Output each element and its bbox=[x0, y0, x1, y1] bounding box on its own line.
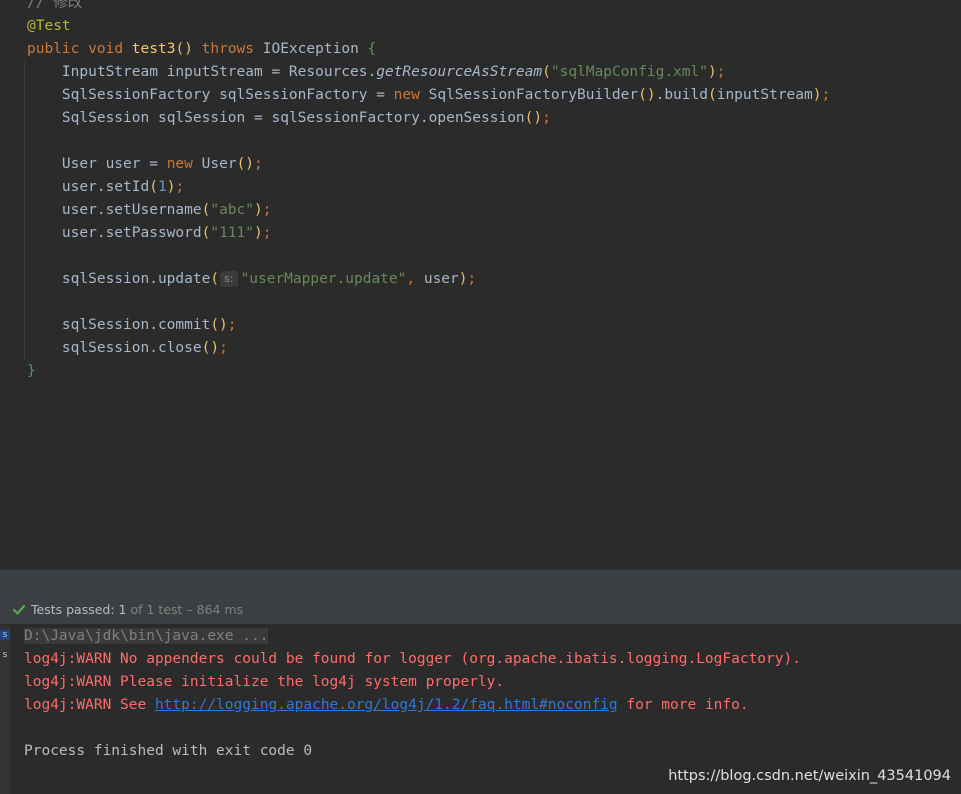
parameter-hint: s: bbox=[220, 271, 238, 287]
argument: inputStream bbox=[716, 87, 813, 103]
method-call: sqlSession.close bbox=[61, 340, 202, 356]
tests-total: of 1 test bbox=[130, 602, 183, 617]
warn-prefix: log4j:WARN See bbox=[24, 697, 155, 713]
class-name: Resources bbox=[288, 64, 368, 80]
console-warn-line: log4j:WARN Please initialize the log4j s… bbox=[24, 674, 505, 690]
console-warn-line: log4j:WARN See http://logging.apache.org… bbox=[24, 694, 749, 717]
tests-passed-count: 1 bbox=[118, 602, 127, 617]
string-literal: "111" bbox=[210, 225, 254, 241]
warn-suffix: for more info. bbox=[617, 697, 749, 713]
comment-text: // 修改 bbox=[27, 0, 83, 11]
keyword-void: void bbox=[88, 41, 124, 57]
tests-passed-label: Tests passed: bbox=[31, 602, 115, 617]
code-line-10: sqlSession.close(); bbox=[61, 340, 228, 356]
method-call: user.setUsername bbox=[61, 202, 202, 218]
argument: user bbox=[423, 271, 459, 287]
method-signature-line: public void test3() throws IOException { bbox=[27, 41, 377, 57]
code-line-8: sqlSession.update(s: "userMapper.update",… bbox=[61, 271, 477, 287]
code-line-1: InputStream inputStream = Resources.getR… bbox=[61, 64, 726, 80]
process-exit-line: Process finished with exit code 0 bbox=[24, 743, 313, 759]
log4j-faq-link[interactable]: http://logging.apache.org/log4j/1.2/faq.… bbox=[155, 697, 618, 713]
method-call: sqlSession.update bbox=[61, 271, 211, 287]
test-annotation: @Test bbox=[27, 18, 71, 34]
test-duration: – 864 ms bbox=[186, 602, 244, 617]
code-line-4: User user = new User(); bbox=[61, 156, 263, 172]
java-command[interactable]: D:\Java\jdk\bin\java.exe ... bbox=[24, 628, 269, 644]
gutter-mark: s bbox=[2, 650, 8, 660]
keyword-public: public bbox=[27, 41, 80, 57]
code-line-9: sqlSession.commit(); bbox=[61, 317, 237, 333]
code-line-6: user.setUsername("abc"); bbox=[61, 202, 272, 218]
code-line-2: SqlSessionFactory sqlSessionFactory = ne… bbox=[61, 87, 831, 103]
indent-guide bbox=[24, 62, 25, 360]
method-call: user.setId bbox=[61, 179, 150, 195]
object-ref: sqlSessionFactory bbox=[271, 110, 420, 126]
watermark: https://blog.csdn.net/weixin_43541094 bbox=[668, 768, 951, 784]
method-call: user.setPassword bbox=[61, 225, 202, 241]
test-status-bar: Tests passed: 1 of 1 test – 864 ms bbox=[0, 595, 961, 625]
class-name: User bbox=[201, 156, 237, 172]
type-name: InputStream bbox=[61, 64, 158, 80]
string-literal: "userMapper.update" bbox=[240, 271, 407, 287]
closing-brace-line: } bbox=[27, 363, 36, 379]
console-command-line: D:\Java\jdk\bin\java.exe ... bbox=[24, 625, 269, 648]
test-status-text: Tests passed: 1 of 1 test – 864 ms bbox=[31, 595, 243, 624]
console-warn-line: log4j:WARN No appenders could be found f… bbox=[24, 651, 801, 667]
method-call: sqlSession.commit bbox=[61, 317, 211, 333]
method-name: test3 bbox=[131, 41, 176, 57]
code-line-3: SqlSession sqlSession = sqlSessionFactor… bbox=[61, 110, 551, 126]
method-call: build bbox=[664, 87, 708, 103]
string-literal: "sqlMapConfig.xml" bbox=[550, 64, 708, 80]
type-name: SqlSessionFactory bbox=[61, 87, 211, 103]
number-literal: 1 bbox=[157, 179, 167, 195]
static-method: getResourceAsStream bbox=[376, 64, 543, 80]
gutter-mark: s bbox=[0, 630, 10, 640]
keyword-new: new bbox=[393, 87, 420, 103]
method-call: openSession bbox=[428, 110, 525, 126]
code-editor[interactable]: // 修改 @Test public void test3() throws I… bbox=[0, 0, 961, 569]
console-gutter: s s bbox=[0, 625, 10, 794]
code-annotation-line: @Test bbox=[27, 15, 71, 38]
exception-type: IOException bbox=[262, 41, 359, 57]
type-name: User bbox=[61, 156, 97, 172]
keyword-throws: throws bbox=[201, 41, 255, 57]
variable-name: sqlSessionFactory bbox=[219, 87, 368, 103]
panel-divider[interactable] bbox=[0, 569, 961, 596]
variable-name: user bbox=[105, 156, 141, 172]
class-name: SqlSessionFactoryBuilder bbox=[428, 87, 639, 103]
code-line-7: user.setPassword("111"); bbox=[61, 225, 272, 241]
keyword-new: new bbox=[166, 156, 193, 172]
variable-name: inputStream bbox=[166, 64, 263, 80]
string-literal: "abc" bbox=[210, 202, 254, 218]
variable-name: sqlSession bbox=[157, 110, 246, 126]
check-icon bbox=[12, 595, 26, 624]
code-line-5: user.setId(1); bbox=[61, 179, 185, 195]
code-comment-line: // 修改 bbox=[27, 0, 82, 15]
type-name: SqlSession bbox=[61, 110, 150, 126]
